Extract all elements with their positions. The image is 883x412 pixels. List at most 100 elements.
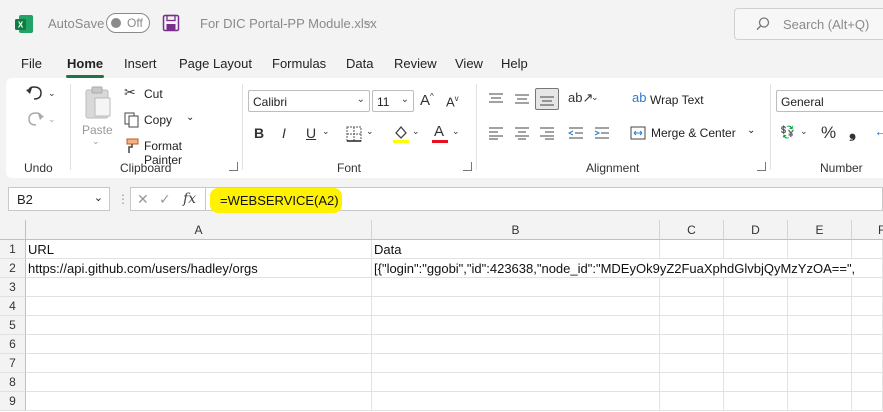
cell[interactable] bbox=[660, 392, 724, 411]
bold-button[interactable]: B bbox=[254, 125, 264, 141]
font-launcher-icon[interactable] bbox=[463, 162, 472, 171]
decrease-font-size-icon[interactable]: Av bbox=[446, 94, 459, 109]
font-color-button[interactable]: A bbox=[432, 122, 448, 144]
row-header[interactable]: 4 bbox=[0, 297, 26, 316]
cell[interactable] bbox=[372, 354, 660, 373]
cell[interactable] bbox=[26, 392, 372, 411]
tab-home[interactable]: Home bbox=[67, 56, 103, 71]
align-right-icon[interactable] bbox=[539, 126, 555, 140]
align-middle-icon[interactable] bbox=[514, 92, 530, 106]
paste-button[interactable]: Paste ⌄ bbox=[80, 86, 116, 146]
cell[interactable] bbox=[724, 392, 788, 411]
cell-a2[interactable]: https://api.github.com/users/hadley/orgs bbox=[26, 259, 372, 278]
cell[interactable] bbox=[660, 316, 724, 335]
cell[interactable] bbox=[852, 392, 883, 411]
cell[interactable] bbox=[788, 297, 852, 316]
row-header[interactable]: 5 bbox=[0, 316, 26, 335]
accounting-dropdown-icon[interactable]: ⌄ bbox=[800, 126, 808, 137]
italic-button[interactable]: I bbox=[282, 125, 286, 141]
file-name[interactable]: For DIC Portal-PP Module.xlsx bbox=[200, 16, 377, 31]
cell[interactable] bbox=[660, 240, 724, 259]
underline-dropdown-icon[interactable]: ⌄ bbox=[322, 126, 330, 137]
cell[interactable] bbox=[724, 316, 788, 335]
borders-icon[interactable] bbox=[346, 126, 362, 142]
fill-color-icon[interactable] bbox=[392, 124, 410, 144]
cell[interactable] bbox=[724, 354, 788, 373]
chevron-down-icon[interactable]: ⌵ bbox=[364, 14, 373, 29]
cell[interactable] bbox=[372, 278, 660, 297]
tab-help[interactable]: Help bbox=[501, 56, 528, 71]
accounting-format-icon[interactable]: 💱 bbox=[780, 125, 795, 139]
font-family-select[interactable]: Calibri ⌄ bbox=[248, 90, 370, 112]
comma-style-icon[interactable]: ❟ bbox=[849, 121, 856, 142]
cell[interactable] bbox=[660, 354, 724, 373]
save-icon[interactable] bbox=[162, 14, 180, 32]
cell[interactable] bbox=[724, 240, 788, 259]
cell[interactable] bbox=[26, 278, 372, 297]
cell[interactable] bbox=[724, 373, 788, 392]
cell[interactable] bbox=[372, 373, 660, 392]
cut-button[interactable]: ✂ Cut bbox=[124, 84, 163, 103]
formula-input[interactable]: =WEBSERVICE(A2) bbox=[206, 187, 883, 213]
tab-formulas[interactable]: Formulas bbox=[272, 56, 326, 71]
cell[interactable] bbox=[788, 373, 852, 392]
row-header[interactable]: 9 bbox=[0, 392, 26, 411]
cell[interactable] bbox=[660, 335, 724, 354]
cell-b2[interactable]: [{"login":"ggobi","id":423638,"node_id":… bbox=[372, 259, 883, 278]
cell[interactable] bbox=[788, 240, 852, 259]
cell-a1[interactable]: URL bbox=[26, 240, 372, 259]
increase-decimal-icon[interactable]: ← bbox=[874, 123, 883, 139]
percent-style-icon[interactable]: % bbox=[821, 123, 836, 143]
cell[interactable] bbox=[372, 335, 660, 354]
cell[interactable] bbox=[724, 278, 788, 297]
tab-insert[interactable]: Insert bbox=[124, 56, 157, 71]
search-box[interactable]: Search (Alt+Q) bbox=[734, 8, 883, 40]
cell[interactable] bbox=[724, 335, 788, 354]
cell-b1[interactable]: Data bbox=[372, 240, 660, 259]
row-header[interactable]: 7 bbox=[0, 354, 26, 373]
cell[interactable] bbox=[852, 240, 883, 259]
align-center-icon[interactable] bbox=[514, 126, 530, 140]
insert-function-button[interactable]: fx bbox=[183, 191, 196, 207]
borders-dropdown-icon[interactable]: ⌄ bbox=[366, 126, 374, 137]
orientation-icon[interactable]: ab↗ bbox=[568, 90, 593, 106]
cell[interactable] bbox=[852, 354, 883, 373]
cell[interactable] bbox=[788, 392, 852, 411]
font-size-select[interactable]: 11 ⌄ bbox=[372, 90, 414, 112]
font-color-dropdown-icon[interactable]: ⌄ bbox=[452, 126, 460, 137]
cell[interactable] bbox=[372, 316, 660, 335]
cell[interactable] bbox=[852, 335, 883, 354]
decrease-indent-icon[interactable] bbox=[568, 126, 584, 140]
select-all-corner[interactable] bbox=[0, 220, 26, 240]
cell[interactable] bbox=[788, 316, 852, 335]
tab-view[interactable]: View bbox=[455, 56, 483, 71]
cell[interactable] bbox=[852, 373, 883, 392]
fill-color-dropdown-icon[interactable]: ⌄ bbox=[412, 126, 420, 137]
increase-font-size-icon[interactable]: A^ bbox=[420, 92, 434, 109]
cell[interactable] bbox=[852, 297, 883, 316]
cell[interactable] bbox=[26, 335, 372, 354]
cell[interactable] bbox=[724, 297, 788, 316]
cell[interactable] bbox=[26, 316, 372, 335]
orientation-dropdown-icon[interactable]: ⌄ bbox=[591, 92, 599, 103]
row-header[interactable]: 6 bbox=[0, 335, 26, 354]
name-box[interactable]: B2 ⌄ bbox=[8, 187, 110, 211]
align-left-icon[interactable] bbox=[488, 126, 504, 140]
cell[interactable] bbox=[26, 354, 372, 373]
undo-dropdown-icon[interactable]: ⌄ bbox=[48, 88, 56, 99]
undo-button[interactable] bbox=[24, 84, 46, 107]
cell[interactable] bbox=[788, 354, 852, 373]
redo-button[interactable] bbox=[24, 110, 46, 133]
cell[interactable] bbox=[788, 278, 852, 297]
cell[interactable] bbox=[26, 297, 372, 316]
column-header-f[interactable]: F bbox=[852, 220, 883, 240]
more-options-icon[interactable]: ⋮ bbox=[117, 192, 129, 206]
tab-review[interactable]: Review bbox=[394, 56, 437, 71]
row-header[interactable]: 2 bbox=[0, 259, 26, 278]
cell[interactable] bbox=[788, 335, 852, 354]
column-header-e[interactable]: E bbox=[788, 220, 852, 240]
cell[interactable] bbox=[26, 373, 372, 392]
column-header-d[interactable]: D bbox=[724, 220, 788, 240]
cell[interactable] bbox=[372, 392, 660, 411]
cancel-icon[interactable]: ✕ bbox=[137, 191, 149, 208]
